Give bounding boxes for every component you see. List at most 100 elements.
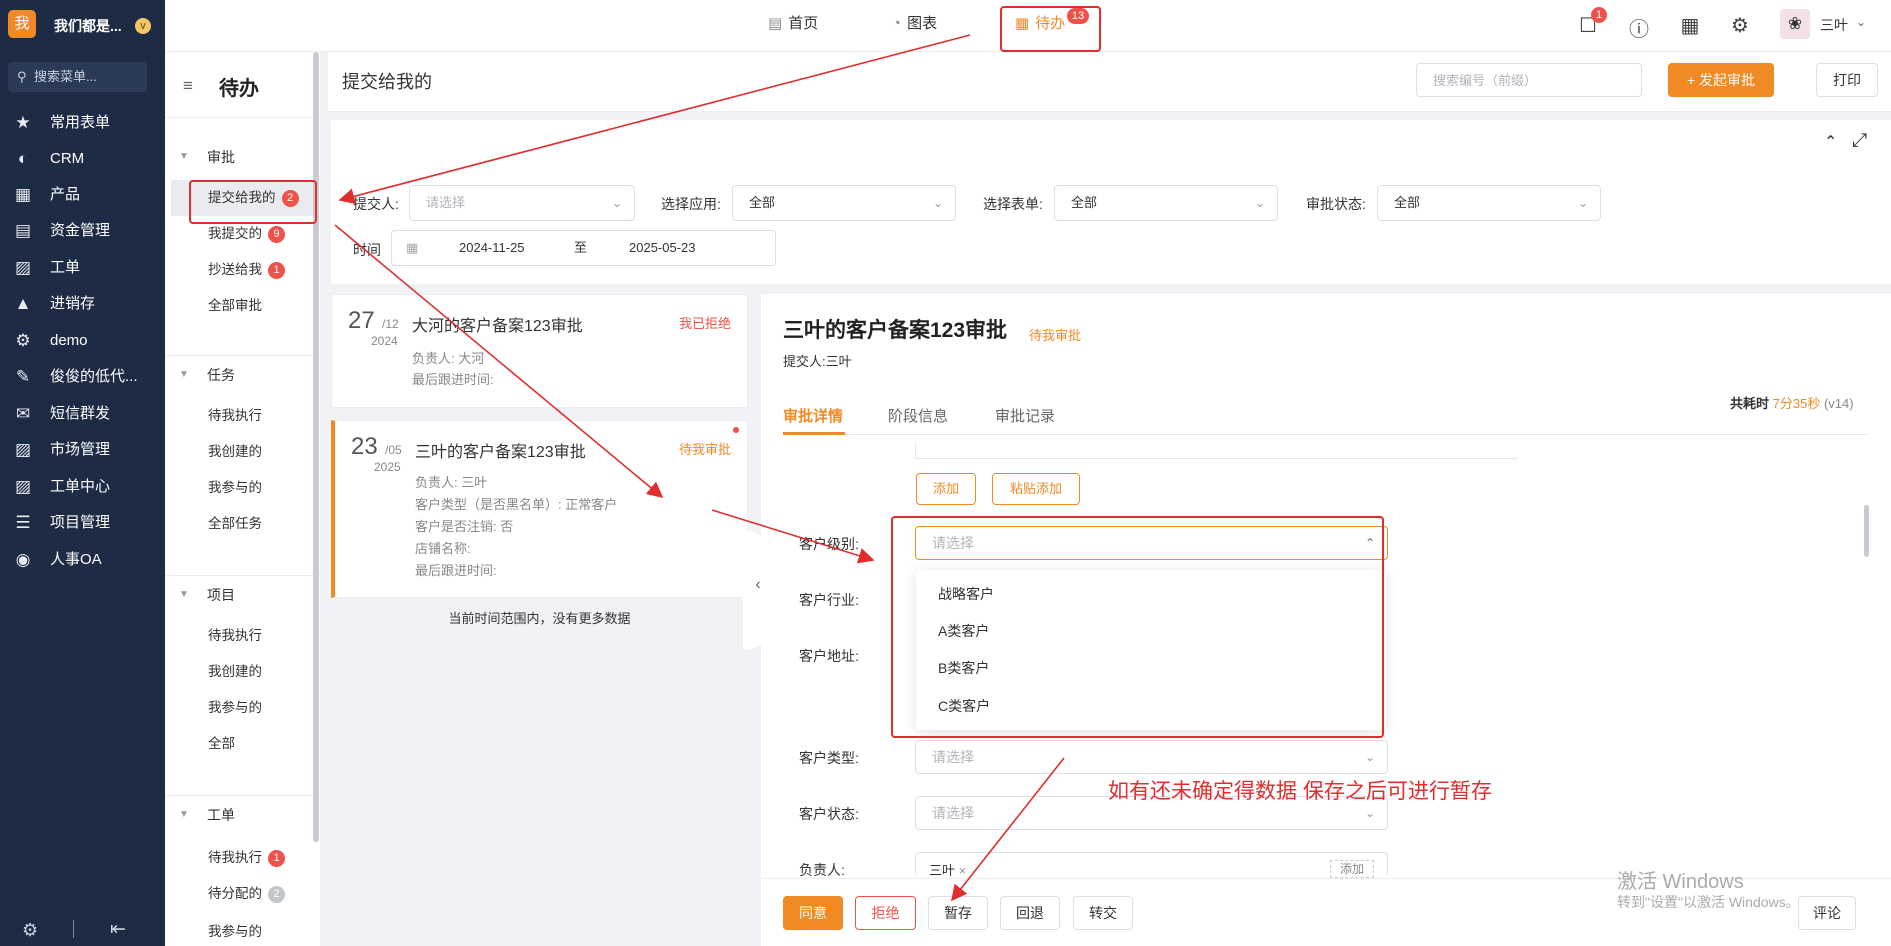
detail-status: 待我审批 [1029, 328, 1082, 343]
subnav-item-wo-assign[interactable]: 待分配的 2 [165, 876, 320, 912]
comment-button[interactable]: 评论 [1798, 896, 1856, 930]
reject-button[interactable]: 拒绝 [855, 896, 916, 930]
group-task[interactable]: ▼ 任务 [165, 357, 320, 393]
submitter-label: 提交人: [353, 196, 399, 212]
nav-item-product[interactable]: ▦ 产品 [0, 175, 165, 215]
app-select[interactable]: 全部 ⌄ [732, 185, 956, 221]
card-line: 最后跟进时间: [412, 372, 494, 387]
menu-icon[interactable]: ≡ [183, 76, 193, 96]
detail-title: 三叶的客户备案123审批 [783, 319, 1008, 342]
submitter-select[interactable]: 请选择 ⌄ [409, 185, 635, 221]
card-month: /12 [382, 317, 399, 331]
approval-card[interactable]: 27 /12 2024 大河的客户备案123审批 我已拒绝 负责人: 大河 最后… [331, 294, 748, 408]
nav-item-common-forms[interactable]: ★ 常用表单 [0, 103, 165, 143]
approval-card-selected[interactable]: 23 /05 2025 三叶的客户备案123审批 待我审批 负责人: 三叶 客户… [331, 420, 748, 598]
unread-dot [733, 427, 739, 433]
crm-icon: ◐ [17, 149, 29, 168]
subnav-item-all-approvals[interactable]: 全部审批 [165, 288, 320, 324]
card-year: 2025 [374, 460, 401, 474]
tab-home[interactable]: ▤ 首页 [768, 0, 818, 48]
help-icon[interactable]: ⓘ [1627, 13, 1651, 42]
collapse-menu-icon[interactable]: ⇤ [110, 918, 126, 941]
card-line: 最后跟进时间: [415, 563, 497, 578]
group-project[interactable]: ▼ 项目 [165, 577, 320, 613]
tab-stage-info[interactable]: 阶段信息 [888, 405, 948, 426]
nav-item-crm[interactable]: ◐ CRM [0, 139, 165, 179]
subnav-item-task-created[interactable]: 我创建的 [165, 434, 320, 470]
nav-item-sms[interactable]: ✉ 短信群发 [0, 394, 165, 434]
card-year: 2024 [371, 334, 398, 348]
subnav-item-project-created[interactable]: 我创建的 [165, 654, 320, 690]
close-icon[interactable]: × [959, 863, 967, 876]
apps-grid-icon[interactable]: ▦ [1678, 13, 1702, 38]
app-logo[interactable]: 我 [8, 10, 36, 38]
nav-item-project[interactable]: ☰ 项目管理 [0, 503, 165, 543]
group-approval[interactable]: ▼ 审批 [165, 139, 320, 175]
gear-icon[interactable]: ⚙ [1728, 13, 1752, 38]
card-title: 大河的客户备案123审批 [412, 318, 583, 335]
username[interactable]: 三叶 [1820, 15, 1848, 35]
menu-search-input[interactable]: ⚲ 搜索菜单... [8, 62, 147, 92]
avatar[interactable]: ❀ [1780, 9, 1810, 39]
count-badge: 9 [268, 226, 285, 243]
nav-item-workorder[interactable]: ▨ 工单 [0, 248, 165, 288]
status-select[interactable]: 全部 ⌄ [1377, 185, 1601, 221]
caret-down-icon: ▼ [179, 369, 189, 380]
subnav-item-project-todo[interactable]: 待我执行 [165, 618, 320, 654]
divider [165, 795, 320, 796]
field-label: 客户状态: [799, 806, 859, 822]
nav-item-finance[interactable]: ▤ 资金管理 [0, 211, 165, 251]
nav-item-market[interactable]: ▨ 市场管理 [0, 430, 165, 470]
nav-item-hr-oa[interactable]: ◉ 人事OA [0, 540, 165, 580]
subnav-item-wo-joined[interactable]: 我参与的 [165, 914, 320, 944]
save-draft-button[interactable]: 暂存 [928, 896, 988, 930]
customer-type-select[interactable]: 请选择 ⌄ [915, 740, 1388, 774]
group-workorder[interactable]: ▼ 工单 [165, 797, 320, 833]
owner-tag[interactable]: 三叶 × [929, 860, 966, 876]
subnav-item-project-joined[interactable]: 我参与的 [165, 690, 320, 726]
detail-scrollbar[interactable] [1864, 505, 1869, 557]
chevron-down-icon[interactable]: ⌄ [1856, 15, 1866, 29]
subnav-item-task-todo[interactable]: 待我执行 [165, 398, 320, 434]
date-end[interactable]: 2025-05-23 [629, 231, 696, 265]
transfer-button[interactable]: 转交 [1073, 896, 1133, 930]
print-button[interactable]: 打印 [1816, 63, 1878, 97]
owner-add-button[interactable]: 添加 [1330, 860, 1374, 878]
settings-icon[interactable]: ⚙ [22, 920, 38, 941]
app-name[interactable]: 我们都是... [54, 16, 122, 36]
card-line: 客户是否注销: 否 [415, 519, 514, 534]
add-row-button[interactable]: 添加 [916, 473, 976, 505]
subnav-item-project-all[interactable]: 全部 [165, 726, 320, 762]
subnav-item-cc-me[interactable]: 抄送给我 1 [165, 252, 320, 288]
nav-item-lowcode[interactable]: ✎ 俊俊的低代... [0, 357, 165, 397]
card-day: 27 [348, 307, 375, 334]
no-more-data-text: 当前时间范围内，没有更多数据 [448, 611, 631, 626]
agree-button[interactable]: 同意 [783, 896, 843, 930]
date-range-picker[interactable]: ▦ 2024-11-25 至 2025-05-23 [391, 230, 776, 266]
mail-icon: ✉ [15, 404, 31, 423]
owner-field[interactable] [915, 852, 1388, 876]
count-badge: 2 [268, 886, 285, 903]
subnav-item-wo-todo[interactable]: 待我执行 1 [165, 840, 320, 876]
nav-item-demo[interactable]: ⚙ demo [0, 321, 165, 361]
subnav-item-task-joined[interactable]: 我参与的 [165, 470, 320, 506]
form-select[interactable]: 全部 ⌄ [1054, 185, 1278, 221]
subnav-item-all-tasks[interactable]: 全部任务 [165, 506, 320, 542]
nav-item-workorder-center[interactable]: ▨ 工单中心 [0, 467, 165, 507]
caret-down-icon: ▼ [179, 809, 189, 820]
fullscreen-icon[interactable]: ⤢ [1852, 130, 1867, 152]
time-label: 时间 [353, 242, 381, 258]
paste-add-button[interactable]: 粘贴添加 [992, 473, 1080, 505]
search-number-input[interactable] [1416, 63, 1642, 97]
tab-approval-record[interactable]: 审批记录 [995, 405, 1055, 426]
windows-watermark-subtitle: 转到"设置"以激活 Windows。 [1617, 894, 1800, 910]
collapse-up-icon[interactable]: ⌃ [1824, 132, 1837, 152]
field-label: 客户地址: [799, 648, 859, 664]
rollback-button[interactable]: 回退 [1000, 896, 1060, 930]
tab-chart[interactable]: ◔ 图表 [892, 0, 937, 48]
tab-approval-detail[interactable]: 审批详情 [783, 405, 843, 426]
nav-item-inventory[interactable]: ▲ 进销存 [0, 284, 165, 324]
start-approval-button[interactable]: + 发起审批 [1668, 63, 1774, 97]
subnav-scrollbar[interactable] [313, 52, 319, 842]
date-start[interactable]: 2024-11-25 [459, 231, 525, 265]
